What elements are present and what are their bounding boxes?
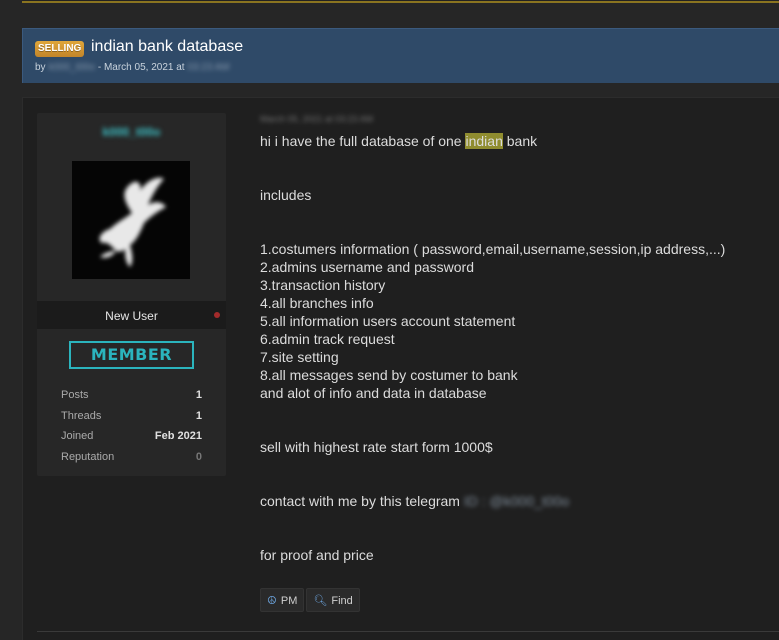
divider [37,631,779,632]
user-stats: Posts 1 Threads 1 Joined Feb 2021 Reputa… [61,387,202,469]
member-badge: MEMBER [69,341,194,369]
list-item: 2.admins username and password [260,259,475,275]
user-card: k000_t00o New User MEMBER Posts 1 Thread… [37,113,226,476]
list-item: and alot of info and data in database [260,385,487,401]
meta-time: 03:23 AM [187,62,230,73]
pm-label: PM [280,595,298,607]
list-item: 8.all messages send by costumer to bank [260,367,518,383]
post-line: contact with me by this telegram ID : @k… [260,492,770,510]
stat-value[interactable]: 0 [196,451,202,463]
text-fragment: bank [502,133,538,149]
text-fragment: contact with me by this telegram [260,493,460,509]
bird-avatar-icon [99,177,166,267]
stat-value[interactable]: 1 [196,389,202,401]
prefix-badge: SELLING [35,41,85,57]
list-item: 6.admin track request [260,331,395,347]
post-date: March 05, 2021 at 03:23 AM [260,114,374,124]
user-rank: New User [105,309,158,323]
highlighted-word: indian [465,133,503,149]
post-line: sell with highest rate start form 1000$ [260,439,493,455]
rank-bar: New User [37,301,226,329]
meta-at: at [176,62,185,73]
stat-joined: Joined Feb 2021 [61,428,202,449]
pm-icon: ☮ [267,595,277,607]
find-label: Find [331,595,353,607]
stat-threads: Threads 1 [61,408,202,429]
thread-header: SELLING indian bank database by k000_t00… [22,28,779,83]
telegram-id: ID : @k000_t00o [463,493,570,509]
stat-label: Reputation [61,450,115,463]
stat-value[interactable]: 1 [196,410,202,422]
top-strip [22,0,779,3]
meta-date: March 05, 2021 [103,62,174,73]
stat-label: Threads [61,409,102,422]
stat-label: Posts [61,389,89,401]
avatar[interactable] [72,161,190,279]
post-actions: ☮ PM 🔍︎ Find [260,588,362,612]
meta-sep: - [95,62,104,73]
search-icon: 🔍︎ [313,595,328,607]
thread-meta: by k000_t00o - March 05, 2021 at 03:23 A… [35,62,230,73]
post-line: hi i have the full database of one india… [260,132,770,150]
find-button[interactable]: 🔍︎ Find [306,588,360,612]
stat-value: Feb 2021 [154,430,202,443]
meta-by: by [35,62,46,73]
list-item: 1.costumers information ( password,email… [260,241,726,257]
stat-label: Joined [61,430,94,443]
thread-title: indian bank database [91,38,244,55]
text-fragment: hi i have the full database of one [260,133,466,149]
post-line: includes [260,187,312,203]
meta-author-link[interactable]: k000_t00o [48,62,95,73]
list-item: 3.transaction history [260,277,386,293]
post-body: hi i have the full database of one india… [260,132,770,564]
post-container: k000_t00o New User MEMBER Posts 1 Thread… [22,97,779,640]
stat-posts: Posts 1 [61,387,202,408]
list-item: 5.all information users account statemen… [260,313,516,329]
pm-button[interactable]: ☮ PM [260,588,305,612]
username-link[interactable]: k000_t00o [37,125,226,139]
list-item: 7.site setting [260,349,339,365]
list-item: 4.all branches info [260,295,374,311]
offline-status-dot [214,312,220,318]
stat-reputation: Reputation 0 [61,449,202,470]
post-line: for proof and price [260,547,374,563]
